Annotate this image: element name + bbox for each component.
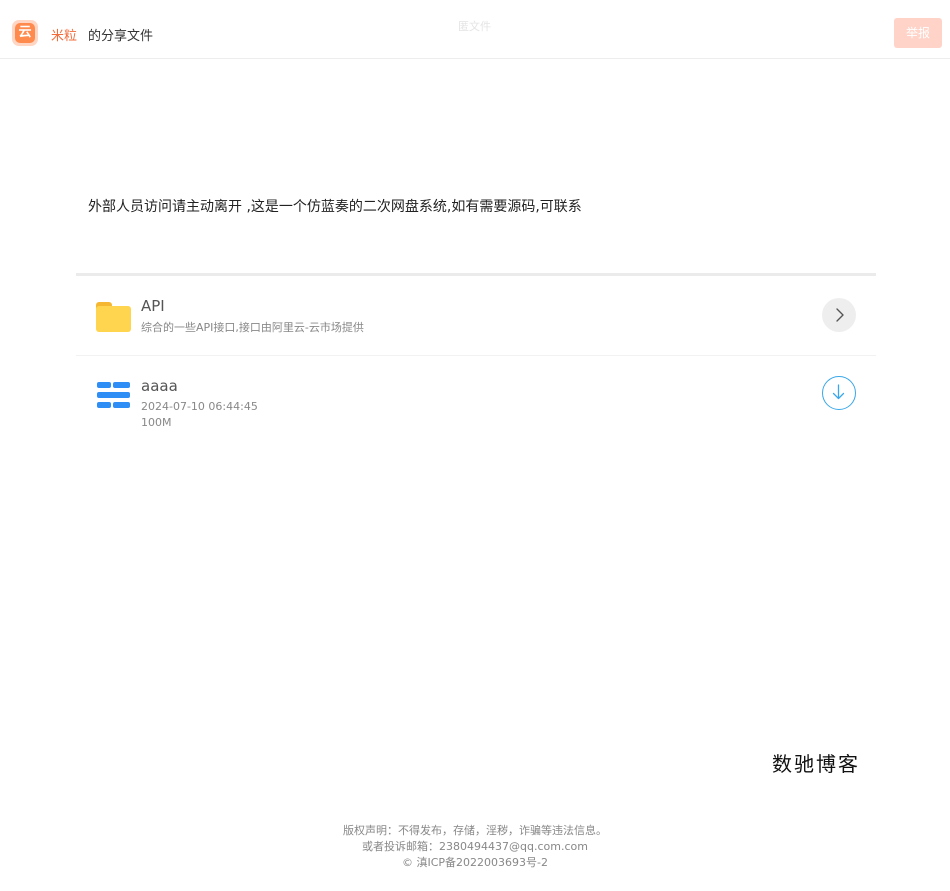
- file-size: 100M: [141, 416, 172, 429]
- file-icon: [97, 382, 130, 408]
- ghost-title: 匿文件: [458, 20, 491, 33]
- chevron-right-icon: [836, 308, 844, 322]
- icp-record[interactable]: © 滇ICP备2022003693号-2: [0, 855, 950, 871]
- folder-description: 综合的一些API接口,接口由阿里云-云市场提供: [141, 321, 364, 334]
- top-bar: 云 米粒 的分享文件 匿文件 举报: [0, 0, 950, 59]
- folder-name: API: [141, 297, 165, 315]
- list-item-file-aaaa[interactable]: aaaa 2024-07-10 06:44:45 100M: [76, 356, 876, 446]
- file-list: API 综合的一些API接口,接口由阿里云-云市场提供 aaaa 2024-07…: [76, 273, 876, 446]
- owner-name: 米粒: [51, 29, 78, 44]
- copyright-notice: 版权声明：不得发布，存储，淫秽，诈骗等违法信息。: [343, 824, 607, 837]
- file-date: 2024-07-10 06:44:45: [141, 400, 258, 413]
- folder-icon: [96, 302, 131, 332]
- report-button[interactable]: 举报: [894, 18, 942, 48]
- file-name: aaaa: [141, 377, 178, 395]
- blog-signature: 数驰博客: [772, 752, 860, 776]
- notice-text: 外部人员访问请主动离开 ,这是一个仿蓝奏的二次网盘系统,如有需要源码,可联系: [88, 199, 582, 215]
- complaint-email[interactable]: 或者投诉邮箱：2380494437@qq.com.com: [0, 839, 950, 855]
- share-title: 的分享文件: [88, 29, 154, 44]
- list-item-folder-api[interactable]: API 综合的一些API接口,接口由阿里云-云市场提供: [76, 276, 876, 356]
- footer: 版权声明：不得发布，存储，淫秽，诈骗等违法信息。 或者投诉邮箱：23804944…: [0, 823, 950, 871]
- open-folder-button[interactable]: [822, 298, 856, 332]
- logo-glyph: 云: [15, 23, 35, 43]
- download-icon: [832, 384, 845, 400]
- cloud-logo-icon[interactable]: 云: [12, 20, 38, 46]
- download-button[interactable]: [822, 376, 856, 410]
